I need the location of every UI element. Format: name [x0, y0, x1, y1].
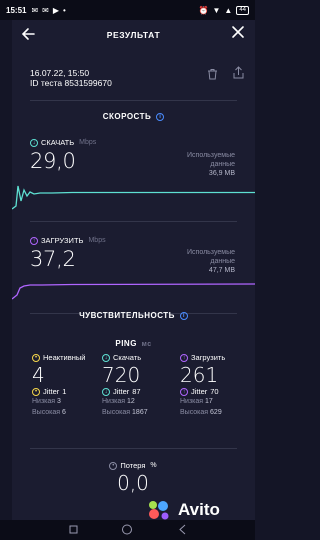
jitter-value: 1 — [62, 387, 67, 396]
close-icon[interactable] — [229, 25, 247, 43]
top-bar: РЕЗУЛЬТАТ — [12, 20, 255, 50]
page-title: РЕЗУЛЬТАТ — [106, 30, 161, 40]
share-icon[interactable] — [233, 66, 244, 84]
loss-value: 0,0 — [117, 471, 149, 495]
divider — [30, 100, 237, 101]
upload-speed-value: 37,2 — [30, 247, 76, 271]
loss-unit: % — [150, 462, 157, 469]
upload-ping-value: 261 — [180, 363, 219, 387]
jitter-value: 70 — [210, 387, 219, 396]
speed-section-label: СКОРОСТЬ — [102, 112, 152, 121]
info-icon[interactable]: i — [179, 312, 188, 320]
download-label: ↓ СКАЧАТЬ Mbps — [30, 138, 96, 147]
recents-icon[interactable] — [69, 525, 78, 534]
divider — [30, 448, 237, 449]
used-data-label: Используемые — [187, 249, 235, 256]
navigation-bar — [0, 520, 255, 540]
jitter-value: 87 — [132, 387, 141, 396]
home-icon[interactable] — [122, 524, 132, 535]
upload-label: ↑ ЗАГРУЗИТЬ Mbps — [30, 236, 106, 245]
high-label: Высокая — [32, 409, 61, 416]
download-label-text: СКАЧАТЬ — [41, 138, 75, 147]
loss-label: Потеря — [120, 461, 146, 470]
used-data-label: данные — [210, 258, 235, 265]
download-unit: Mbps — [79, 139, 97, 146]
back-nav-icon[interactable] — [179, 524, 186, 535]
youtube-icon: ▶ — [52, 5, 60, 15]
high-value: 629 — [210, 409, 222, 416]
ping-idle: • Неактивный 4 • Jitter 1 Низкая 3 Высокая … — [32, 353, 85, 418]
download-graph — [12, 185, 255, 210]
responsiveness-section-title: ЧУВСТВИТЕЛЬНОСТЬ i — [12, 311, 255, 320]
jitter-icon: ↓ — [102, 387, 110, 396]
upload-unit: Mbps — [88, 237, 106, 244]
ping-label: PING — [115, 339, 137, 348]
download-used-data: Используемые данные 36,9 MB — [187, 151, 235, 178]
test-id: ID теста 8531599670 — [30, 78, 112, 88]
used-data-label: данные — [210, 161, 235, 168]
result-screen: РЕЗУЛЬТАТ 16.07.22, 15:50 ID теста 85315… — [12, 20, 255, 520]
high-value: 1867 — [132, 409, 148, 416]
packet-loss: • Потеря% 0,0 — [108, 461, 158, 495]
battery-icon: 44 — [236, 5, 249, 15]
download-arrow-icon: ↓ — [102, 353, 110, 362]
status-bar: 15:51 ✉ ✉ ▶ • ⏰ ▼ ▲ 44 — [0, 0, 255, 20]
wifi-icon: ▼ — [212, 5, 221, 15]
jitter-icon: ↑ — [180, 387, 188, 396]
low-value: 12 — [127, 398, 135, 405]
download-arrow-icon: ↓ — [30, 138, 38, 147]
jitter-label: Jitter — [43, 387, 60, 396]
ping-download: ↓ Скачать 720 ↓ Jitter 87 Низкая 12 Высокая… — [102, 353, 148, 418]
jitter-label: Jitter — [191, 387, 208, 396]
idle-value: 4 — [32, 363, 45, 387]
responsiveness-section-label: ЧУВСТВИТЕЛЬНОСТЬ — [79, 311, 175, 320]
speed-section-title: СКОРОСТЬ i — [12, 112, 255, 121]
high-label: Высокая — [180, 409, 209, 416]
download-ping-label: Скачать — [113, 353, 142, 362]
upload-ping-label: Загрузить — [191, 353, 226, 362]
high-label: Высокая — [102, 409, 131, 416]
avito-watermark: Avito — [148, 500, 220, 520]
upload-used-data: Используемые данные 47,7 MB — [187, 248, 235, 275]
download-ping-value: 720 — [102, 363, 141, 387]
low-value: 17 — [205, 398, 213, 405]
ping-upload: ↑ Загрузить 261 ↑ Jitter 70 Низкая 17 Высок… — [180, 353, 225, 418]
info-icon[interactable]: i — [156, 113, 165, 121]
jitter-label: Jitter — [113, 387, 130, 396]
more-icon: • — [63, 5, 66, 15]
used-data-value: 36,9 MB — [208, 170, 235, 177]
divider — [30, 221, 237, 222]
low-label: Низкая — [180, 398, 204, 405]
low-label: Низкая — [32, 398, 56, 405]
ping-unit: мс — [141, 341, 152, 348]
idle-icon: • — [32, 353, 40, 362]
upload-arrow-icon: ↑ — [30, 236, 38, 245]
trash-icon[interactable] — [207, 67, 218, 85]
status-time: 15:51 — [6, 5, 27, 15]
high-value: 6 — [62, 409, 66, 416]
mail-icon: ✉ — [42, 5, 49, 15]
upload-graph — [12, 283, 255, 300]
ping-heading: PING мс — [12, 339, 255, 348]
test-date: 16.07.22, 15:50 — [30, 68, 90, 78]
upload-arrow-icon: ↑ — [180, 353, 188, 362]
message-icon: ✉ — [31, 5, 39, 15]
avito-text: Avito — [178, 500, 220, 519]
upload-label-text: ЗАГРУЗИТЬ — [41, 236, 84, 245]
download-speed-value: 29,0 — [30, 149, 76, 173]
alarm-icon: ⏰ — [198, 5, 209, 15]
jitter-icon: • — [32, 387, 40, 396]
low-label: Низкая — [102, 398, 126, 405]
signal-icon: ▲ — [224, 5, 233, 15]
used-data-label: Используемые — [187, 152, 235, 159]
idle-label: Неактивный — [43, 353, 86, 362]
loss-icon: • — [109, 461, 118, 470]
avito-logo-icon — [149, 501, 169, 520]
low-value: 3 — [57, 398, 61, 405]
